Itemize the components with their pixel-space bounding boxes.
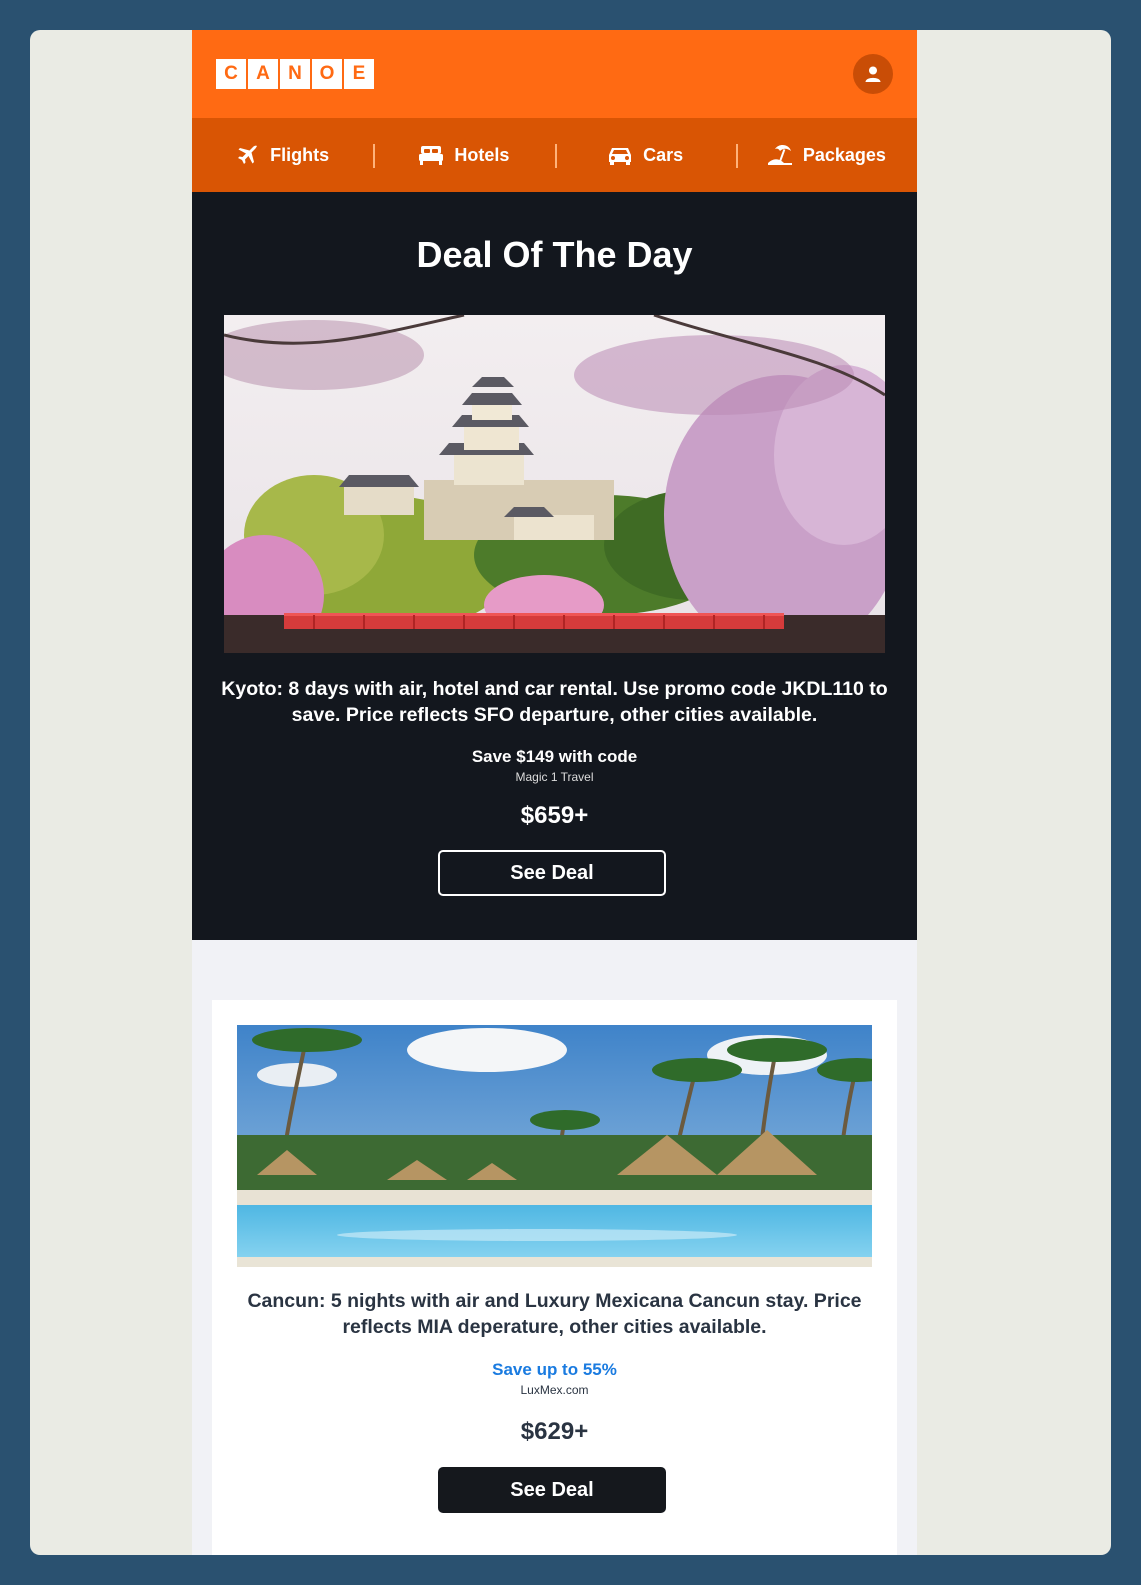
savings-text: Save $149 with code xyxy=(471,747,638,766)
cancun-resort-image[interactable] xyxy=(237,1025,872,1267)
canoe-logo[interactable]: C A N O E xyxy=(216,59,374,89)
nav-item-packages[interactable]: Packages xyxy=(735,118,917,192)
kyoto-castle-image[interactable] xyxy=(224,315,885,653)
account-button[interactable] xyxy=(853,54,893,94)
header-bar: C A N O E xyxy=(192,30,917,118)
deal-description: Cancun: 5 nights with air and Luxury Mex… xyxy=(247,1290,862,1338)
user-icon xyxy=(865,66,881,82)
bed-icon xyxy=(419,146,444,165)
page-frame: C A N O E Flights Hotels Cars Packages D… xyxy=(30,30,1111,1555)
vendor-name: Magic 1 Travel xyxy=(515,770,594,784)
nav-item-cars[interactable]: Cars xyxy=(554,118,736,192)
email-body: C A N O E Flights Hotels Cars Packages D… xyxy=(192,30,917,1555)
nav-item-hotels[interactable]: Hotels xyxy=(373,118,554,192)
nav-label: Flights xyxy=(270,144,330,165)
deal-of-the-day-section: Deal Of The Day Kyoto: 8 days with air, … xyxy=(192,192,917,940)
nav-label: Packages xyxy=(802,144,886,165)
deal-price: $629+ xyxy=(520,1418,589,1445)
see-deal-button[interactable]: See Deal xyxy=(438,850,666,896)
nav-label: Hotels xyxy=(454,144,510,165)
logo-letter: O xyxy=(312,59,342,89)
car-icon xyxy=(609,148,632,165)
deal-description: Kyoto: 8 days with air, hotel and car re… xyxy=(221,678,888,726)
beach-umbrella-icon xyxy=(767,145,792,165)
logo-letter: E xyxy=(344,59,374,89)
nav-item-flights[interactable]: Flights xyxy=(192,118,373,192)
deal-price: $659+ xyxy=(520,802,589,829)
deal-card: Cancun: 5 nights with air and Luxury Mex… xyxy=(212,1000,897,1555)
vendor-name: LuxMex.com xyxy=(520,1383,589,1397)
logo-letter: N xyxy=(280,59,310,89)
savings-text[interactable]: Save up to 55% xyxy=(212,1360,897,1380)
nav-label: Cars xyxy=(643,144,684,165)
logo-letter: C xyxy=(216,59,246,89)
section-title: Deal Of The Day xyxy=(416,234,693,275)
logo-letter: A xyxy=(248,59,278,89)
see-deal-button[interactable]: See Deal xyxy=(438,1467,666,1513)
plane-icon xyxy=(238,145,258,164)
main-nav: Flights Hotels Cars Packages xyxy=(192,118,917,192)
